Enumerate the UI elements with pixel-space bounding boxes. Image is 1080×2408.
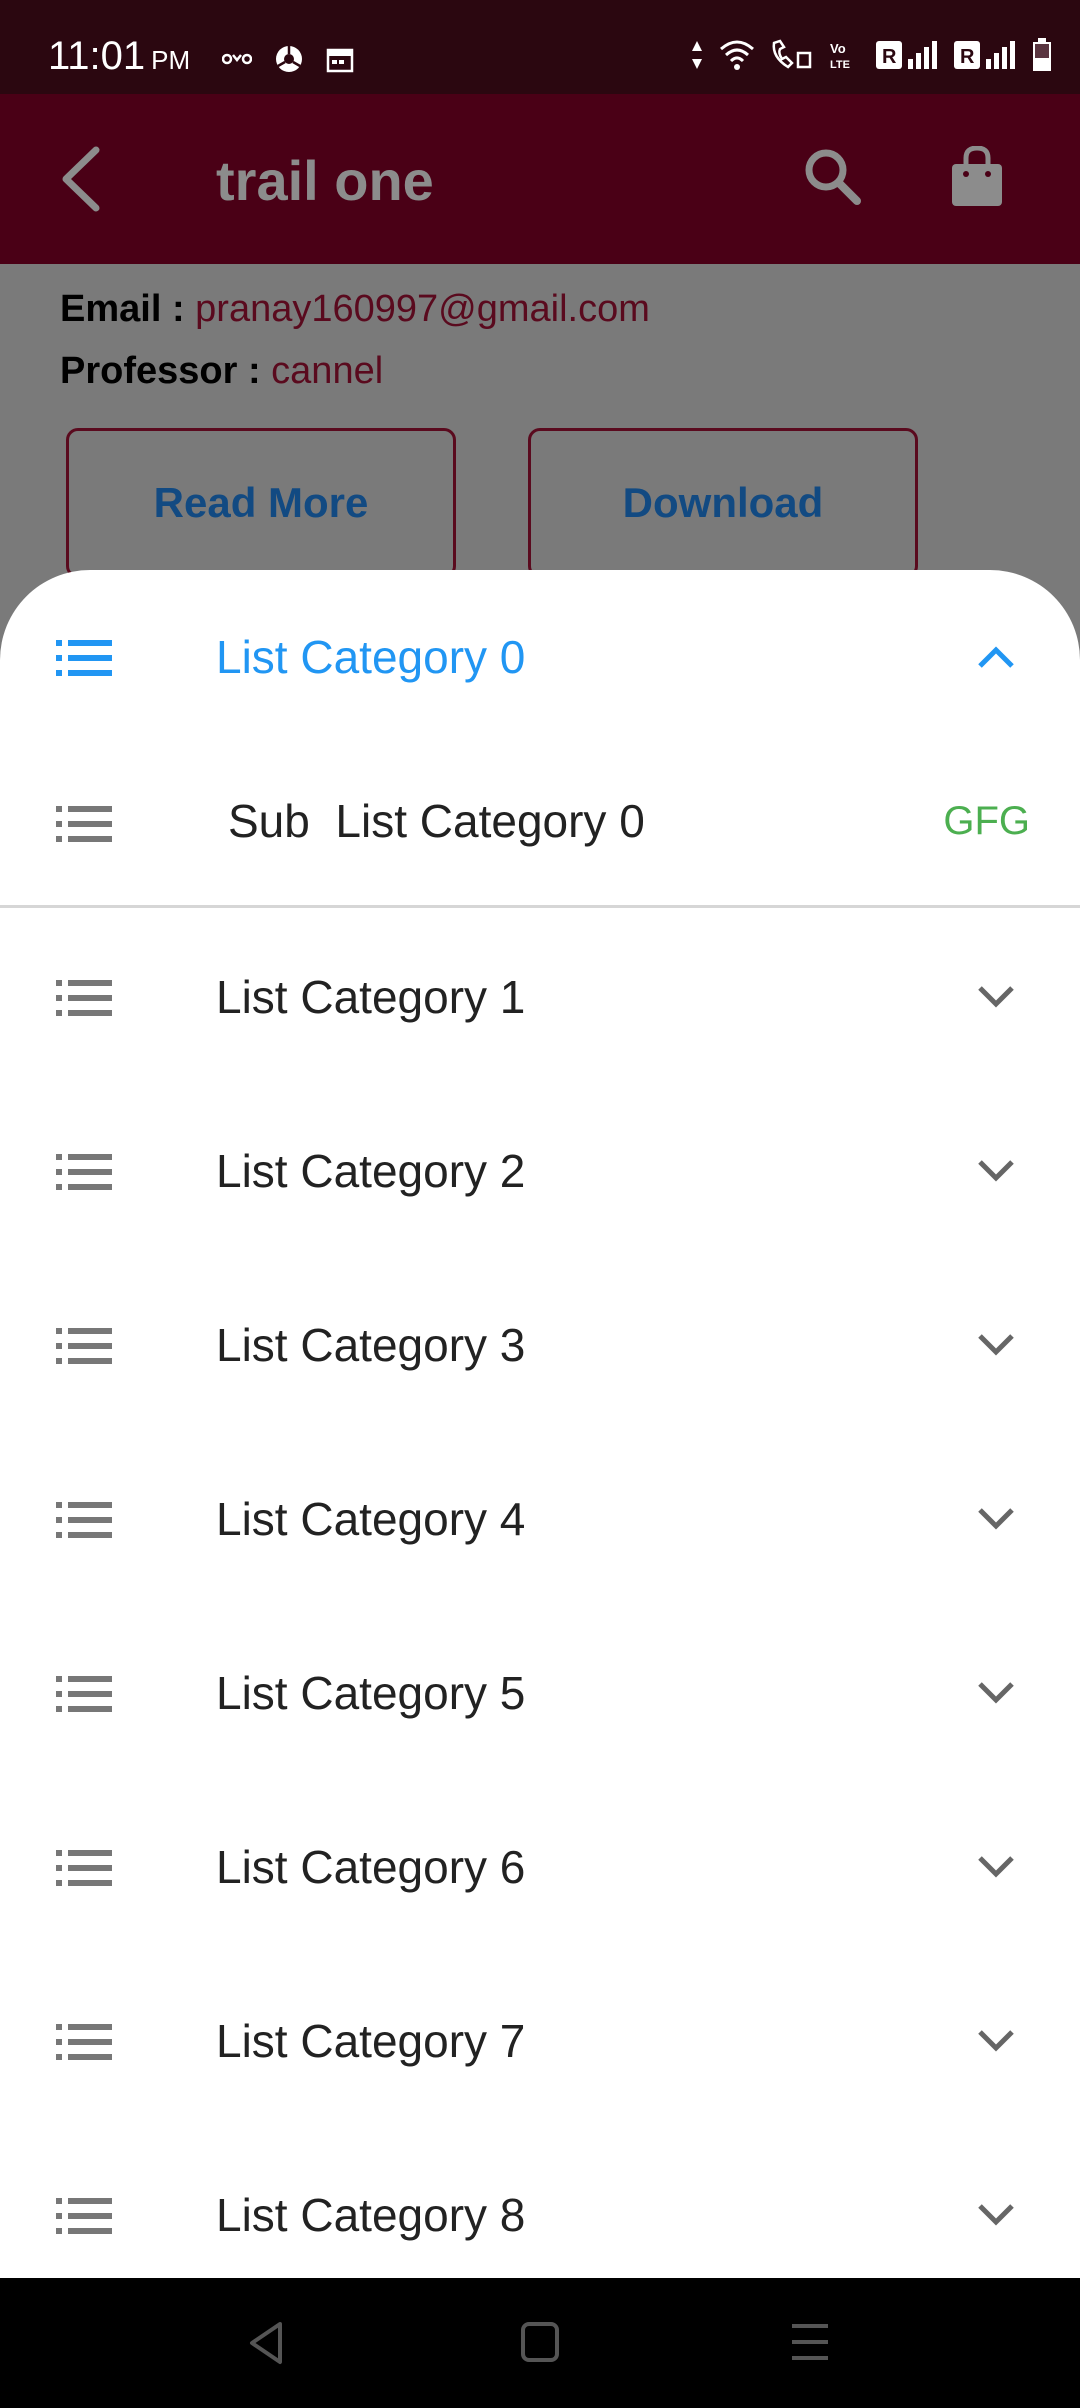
list-icon bbox=[56, 1674, 112, 1719]
category-row-7[interactable]: List Category 7 bbox=[0, 1954, 1080, 2128]
email-line: Email : pranay160997@gmail.com bbox=[60, 288, 650, 331]
list-icon bbox=[56, 1500, 112, 1545]
data-arrows-icon bbox=[690, 39, 704, 76]
list-icon bbox=[56, 978, 112, 1023]
sim2-signal-icon: R bbox=[954, 39, 1018, 76]
volte-icon: Vo LTE bbox=[828, 39, 862, 76]
read-more-button[interactable]: Read More bbox=[66, 428, 456, 578]
clock-text: 11:01 bbox=[48, 34, 146, 78]
list-icon bbox=[56, 1152, 112, 1197]
status-bar: 11:01 PM Vo LTE R R bbox=[0, 0, 1080, 94]
sub-category-trailing: GFG bbox=[943, 799, 1030, 843]
svg-text:R: R bbox=[960, 46, 975, 68]
category-row-6[interactable]: List Category 6 bbox=[0, 1780, 1080, 1954]
system-nav-bar bbox=[0, 2278, 1080, 2408]
bottom-sheet: List Category 0 Sub List Category 0 GFG … bbox=[0, 570, 1080, 2278]
category-label: List Category 8 bbox=[216, 2189, 526, 2241]
shopping-bag-icon[interactable] bbox=[950, 145, 1004, 213]
chrome-icon bbox=[274, 44, 304, 79]
calendar-icon bbox=[326, 45, 354, 78]
category-row-0[interactable]: List Category 0 bbox=[0, 570, 1080, 744]
nav-home-icon[interactable] bbox=[520, 2320, 560, 2369]
list-icon bbox=[56, 638, 112, 683]
svg-text:LTE: LTE bbox=[830, 59, 850, 71]
status-time: 11:01 PM bbox=[48, 34, 190, 79]
back-arrow-icon[interactable] bbox=[58, 144, 104, 219]
app-bar: trail one bbox=[0, 94, 1080, 264]
category-label: List Category 4 bbox=[216, 1493, 526, 1545]
category-row-1[interactable]: List Category 1 bbox=[0, 910, 1080, 1084]
list-icon bbox=[56, 1848, 112, 1893]
list-icon bbox=[56, 2196, 112, 2241]
professor-key: Professor : bbox=[60, 350, 272, 392]
list-icon bbox=[56, 2022, 112, 2067]
chevron-down-icon[interactable] bbox=[974, 1676, 1018, 1715]
svg-text:R: R bbox=[882, 46, 897, 68]
email-value: pranay160997@gmail.com bbox=[195, 288, 650, 330]
category-label: List Category 3 bbox=[216, 1319, 526, 1371]
category-label: List Category 2 bbox=[216, 1145, 526, 1197]
category-label: List Category 1 bbox=[216, 971, 526, 1023]
category-label: List Category 6 bbox=[216, 1841, 526, 1893]
category-row-3[interactable]: List Category 3 bbox=[0, 1258, 1080, 1432]
oyo-icon bbox=[221, 52, 253, 71]
chevron-down-icon[interactable] bbox=[974, 1502, 1018, 1541]
sub-category-row[interactable]: Sub List Category 0 GFG bbox=[0, 738, 1080, 908]
sim1-signal-icon: R bbox=[876, 39, 940, 76]
professor-line: Professor : cannel bbox=[60, 350, 383, 393]
category-row-8[interactable]: List Category 8 bbox=[0, 2128, 1080, 2278]
category-row-5[interactable]: List Category 5 bbox=[0, 1606, 1080, 1780]
search-icon[interactable] bbox=[802, 146, 862, 211]
professor-value: cannel bbox=[271, 350, 384, 392]
email-key: Email : bbox=[60, 288, 196, 330]
page-title: trail one bbox=[216, 149, 434, 212]
chevron-down-icon[interactable] bbox=[974, 1328, 1018, 1367]
category-row-2[interactable]: List Category 2 bbox=[0, 1084, 1080, 1258]
background-content: Email : pranay160997@gmail.com Professor… bbox=[0, 264, 1080, 578]
nav-menu-icon[interactable] bbox=[788, 2320, 832, 2369]
category-label: List Category 7 bbox=[216, 2015, 526, 2067]
chevron-down-icon[interactable] bbox=[974, 2198, 1018, 2237]
chevron-down-icon[interactable] bbox=[974, 1850, 1018, 1889]
category-label: List Category 0 bbox=[216, 631, 526, 683]
chevron-down-icon[interactable] bbox=[974, 2024, 1018, 2063]
chevron-down-icon[interactable] bbox=[974, 1154, 1018, 1193]
battery-icon bbox=[1032, 38, 1052, 77]
list-icon bbox=[56, 804, 112, 849]
download-button[interactable]: Download bbox=[528, 428, 918, 578]
wifi-call-icon bbox=[770, 39, 814, 76]
clock-ampm: PM bbox=[151, 45, 191, 75]
chevron-down-icon[interactable] bbox=[974, 980, 1018, 1019]
sub-category-label: Sub List Category 0 bbox=[228, 795, 645, 847]
wifi-icon bbox=[718, 39, 756, 76]
svg-text:Vo: Vo bbox=[830, 41, 846, 56]
nav-back-icon[interactable] bbox=[246, 2320, 286, 2371]
chevron-up-icon[interactable] bbox=[974, 640, 1018, 679]
category-row-4[interactable]: List Category 4 bbox=[0, 1432, 1080, 1606]
category-label: List Category 5 bbox=[216, 1667, 526, 1719]
list-icon bbox=[56, 1326, 112, 1371]
